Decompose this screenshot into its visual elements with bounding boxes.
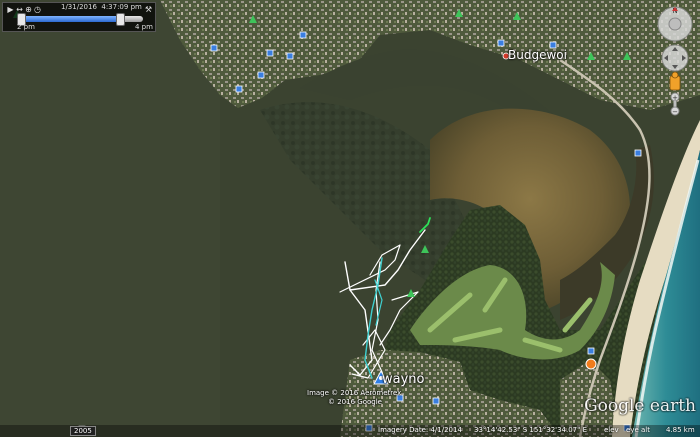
time-slider-end-label: 4 pm [135, 23, 153, 31]
time-slider-start-label: 2 pm [17, 23, 35, 31]
status-bar: 2005 Imagery Date: 4/1/2014 33°14'42.53"… [0, 425, 700, 437]
elevation-label: elev [604, 426, 619, 434]
slider-date-text: 1/31/2016 [61, 3, 97, 11]
svg-text:+: + [672, 94, 678, 102]
google-earth-logo: Google earth [584, 396, 696, 416]
time-slider-end-handle[interactable] [116, 13, 126, 26]
satellite-map[interactable] [0, 0, 700, 437]
zoom-out-icon[interactable]: − [670, 106, 680, 116]
move-icon[interactable] [661, 44, 689, 72]
orange-poi-icon[interactable] [585, 358, 597, 370]
zoom-in-icon[interactable]: + [670, 92, 680, 102]
imagery-credit-1: Image © 2016 Aerometrex [307, 389, 402, 397]
eye-alt-value: 4.85 km [666, 426, 695, 434]
place-label-wayno[interactable]: wayno [382, 372, 425, 387]
place-label-budgewoi[interactable]: Budgewoi [508, 48, 567, 62]
wrench-icon[interactable]: ⚒ [144, 5, 153, 14]
time-slider-date: 1/31/2016 4:37:09 pm [61, 3, 142, 11]
time-slider-panel[interactable]: ▶ ↔ ⊕ ◷ 1/31/2016 4:37:09 pm ⚒ 2 pm 4 pm [2, 2, 156, 32]
imagery-credit-2: © 2016 Google [328, 398, 382, 406]
svg-text:−: − [672, 108, 678, 116]
street-view-pegman-icon[interactable] [669, 71, 681, 91]
look-around-icon[interactable]: N [657, 6, 693, 42]
lake-shallows [0, 0, 220, 437]
play-icon[interactable]: ▶ [6, 5, 15, 14]
eye-alt-label: eye alt [626, 426, 650, 434]
time-slider-fill [17, 16, 121, 22]
historical-year-badge[interactable]: 2005 [70, 426, 96, 436]
imagery-date: Imagery Date: 4/1/2014 [378, 426, 462, 434]
slider-time-text: 4:37:09 pm [101, 3, 142, 11]
clock-icon[interactable]: ◷ [33, 5, 42, 14]
pointer-coordinates: 33°14'42.53" S 151°32'34.07" E [474, 426, 587, 434]
navigation-controls[interactable]: N + − [652, 4, 698, 116]
